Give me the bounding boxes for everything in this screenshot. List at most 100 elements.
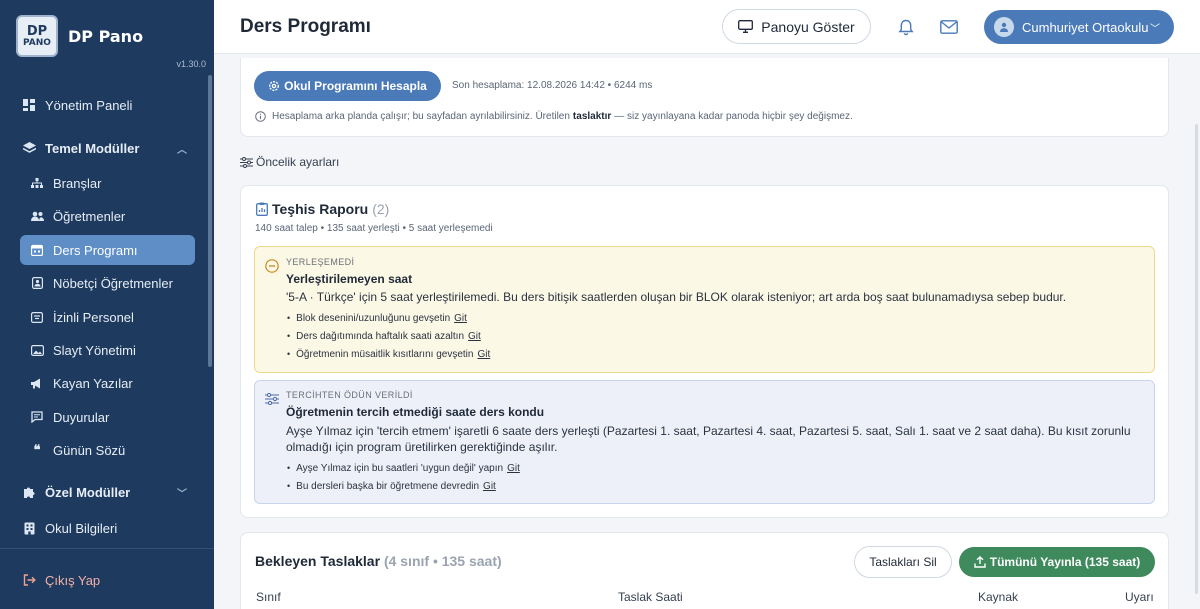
action-text: Blok desenini/uzunluğunu gevşetin <box>296 312 451 324</box>
calendar-icon <box>30 243 44 257</box>
sidebar-item-dashboard[interactable]: Yönetim Paneli <box>22 90 197 120</box>
delete-drafts-label: Taslakları Sil <box>869 555 937 569</box>
column-header-draft-hours[interactable]: Taslak Saati <box>618 590 683 604</box>
main-scrollbar[interactable] <box>1195 124 1198 594</box>
go-link[interactable]: Git <box>483 481 496 492</box>
sidebar-item-label: İzinli Personel <box>53 309 134 325</box>
puzzle-icon <box>22 485 36 499</box>
show-board-label: Panoyu Göster <box>761 18 855 35</box>
go-link[interactable]: Git <box>477 349 490 360</box>
list-item: Ders dağıtımında haftalık saati azaltınG… <box>287 327 490 345</box>
sidebar-item-announcements[interactable]: Duyurular <box>20 402 195 432</box>
logo-top-text: DP <box>26 23 48 39</box>
alert-body: '5-A · Türkçe' için 5 saat yerleştirilem… <box>286 290 1067 304</box>
mail-icon <box>940 20 958 34</box>
drafts-title-text: Bekleyen Taslaklar <box>255 553 381 569</box>
calculate-label: Okul Programını Hesapla <box>284 79 427 93</box>
upload-icon <box>974 556 986 568</box>
layers-icon <box>22 141 36 155</box>
user-menu-button[interactable]: Cumhuriyet Ortaokulu ﹀ <box>984 10 1174 44</box>
publish-all-button[interactable]: Tümünü Yayınla (135 saat) <box>959 547 1155 577</box>
action-text: Ders dağıtımında haftalık saati azaltın <box>296 330 465 342</box>
sidebar-item-leave-staff[interactable]: İzinli Personel <box>20 302 195 332</box>
sidebar-item-label: Okul Bilgileri <box>45 520 118 536</box>
calculate-schedule-button[interactable]: Okul Programını Hesapla <box>254 71 441 101</box>
action-text: Bu dersleri başka bir öğretmene devredin <box>296 480 480 492</box>
unplaced-alert: YERLEŞEMEDİ Yerleştirilemeyen saat '5-A … <box>254 246 1155 373</box>
monitor-icon <box>738 20 754 33</box>
sidebar-item-duty-teachers[interactable]: Nöbetçi Öğretmenler <box>20 268 195 298</box>
column-header-warning[interactable]: Uyarı <box>1125 590 1154 604</box>
show-board-button[interactable]: Panoyu Göster <box>722 9 871 44</box>
priority-settings-toggle[interactable]: Öncelik ayarları <box>240 155 339 169</box>
page-title: Ders Programı <box>240 16 371 37</box>
building-icon <box>22 521 36 535</box>
diagnosis-count: (2) <box>372 201 390 217</box>
diagnosis-summary: 140 saat talep • 135 saat yerleşti • 5 s… <box>255 223 493 234</box>
users-icon <box>30 209 44 223</box>
gear-icon <box>269 80 280 92</box>
list-item: Bu dersleri başka bir öğretmene devredin… <box>287 477 520 495</box>
quote-icon: ❝ <box>33 442 41 457</box>
sidebar-item-school-info[interactable]: Okul Bilgileri <box>22 513 197 543</box>
chevron-down-icon: ﹀ <box>1150 23 1160 35</box>
chevron-down-icon: ﹀ <box>177 488 187 500</box>
sidebar-item-slides[interactable]: Slayt Yönetimi <box>20 335 195 365</box>
column-header-source[interactable]: Kaynak <box>978 590 1018 604</box>
alert-actions: Ayşe Yılmaz için bu saatleri 'uygun deği… <box>287 459 520 495</box>
sidebar-item-label: Branşlar <box>53 175 102 191</box>
sidebar-item-schedule[interactable]: Ders Programı <box>20 235 195 265</box>
bell-icon <box>898 19 914 35</box>
sidebar-item-quote[interactable]: ❝ Günün Sözü <box>20 435 195 465</box>
go-link[interactable]: Git <box>454 313 467 324</box>
sidebar-item-label: Özel Modüller <box>45 484 131 500</box>
sidebar-item-ticker[interactable]: Kayan Yazılar <box>20 368 195 398</box>
messages-button[interactable] <box>939 17 959 37</box>
sidebar-item-label: Yönetim Paneli <box>45 97 133 113</box>
alert-body: Ayşe Yılmaz için 'tercih etmem' işaretli… <box>286 424 1131 454</box>
sidebar-item-branches[interactable]: Branşlar <box>20 168 195 198</box>
sidebar-item-label: Ders Programı <box>53 242 138 258</box>
dashboard-icon <box>22 98 36 112</box>
sliders-icon <box>240 156 253 168</box>
report-icon <box>256 202 268 216</box>
sidebar-group-special[interactable]: Özel Modüller ﹀ <box>22 477 197 507</box>
last-calculation-text: Son hesaplama: 12.08.2026 14:42 • 6244 m… <box>452 80 653 91</box>
drafts-count: (4 sınıf • 135 saat) <box>383 553 502 569</box>
megaphone-icon <box>30 376 44 390</box>
drafts-title: Bekleyen Taslaklar (4 sınıf • 135 saat) <box>255 553 502 569</box>
go-link[interactable]: Git <box>507 463 520 474</box>
logout-button[interactable]: Çıkış Yap <box>22 566 100 594</box>
sidebar: DP PANO DP Pano v1.30.0 Yönetim Paneli T… <box>0 0 214 609</box>
user-name: Cumhuriyet Ortaokulu <box>1022 19 1149 35</box>
notifications-button[interactable] <box>896 17 916 37</box>
sidebar-scrollbar[interactable] <box>208 75 212 367</box>
preference-alert: TERCİHTEN ÖDÜN VERİLDİ Öğretmenin tercih… <box>254 380 1155 504</box>
alert-actions: Blok desenini/uzunluğunu gevşetinGit Der… <box>287 309 490 363</box>
delete-drafts-button[interactable]: Taslakları Sil <box>854 546 952 578</box>
chevron-up-icon: ︿ <box>177 144 187 156</box>
id-badge-icon <box>30 276 44 290</box>
alert-title: Öğretmenin tercih etmediği saate ders ko… <box>286 405 545 419</box>
priority-label: Öncelik ayarları <box>256 155 340 169</box>
list-item: Blok desenini/uzunluğunu gevşetinGit <box>287 309 490 327</box>
diagnosis-title-text: Teşhis Raporu <box>272 201 369 217</box>
calculation-info: Hesaplama arka planda çalışır; bu sayfad… <box>255 111 853 122</box>
diagnosis-title: Teşhis Raporu (2) <box>256 201 389 217</box>
sidebar-item-teachers[interactable]: Öğretmenler <box>20 201 195 231</box>
image-icon <box>30 343 44 357</box>
brand[interactable]: DP PANO DP Pano v1.30.0 <box>0 0 214 72</box>
action-text: Ayşe Yılmaz için bu saatleri 'uygun deği… <box>296 462 504 474</box>
logo-bottom-text: PANO <box>23 37 51 48</box>
brand-name: DP Pano <box>68 26 144 46</box>
message-icon <box>30 410 44 424</box>
column-header-class[interactable]: Sınıf <box>256 590 281 604</box>
alert-title: Yerleştirilemeyen saat <box>286 272 413 286</box>
info-text-pre: Hesaplama arka planda çalışır; bu sayfad… <box>272 111 570 122</box>
go-link[interactable]: Git <box>468 331 481 342</box>
sidebar-item-label: Slayt Yönetimi <box>53 342 136 358</box>
sidebar-group-core[interactable]: Temel Modüller ︿ <box>22 133 197 163</box>
info-text-bold: taslaktır <box>572 111 612 122</box>
top-header: Ders Programı Panoyu Göster Cumhuriyet O… <box>214 0 1200 54</box>
sidebar-item-label: Günün Sözü <box>53 442 126 458</box>
